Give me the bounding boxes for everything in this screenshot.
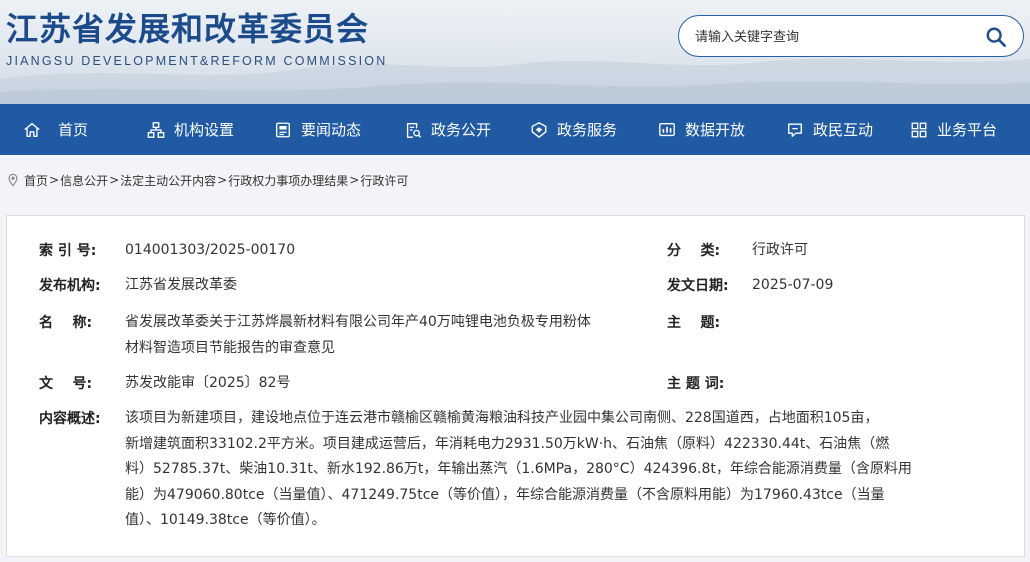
summary-line: 该项目为新建项目，建设地点位于连云港市赣榆区赣榆黄海粮油科技产业园中集公司南侧、… [125,410,879,426]
search-input[interactable] [695,26,975,48]
search-box [678,15,1024,57]
index-number-value: 014001303/2025-00170 [125,242,296,258]
site-title[interactable]: 江苏省发展和改革委员会 [6,4,369,50]
breadcrumb-item-results[interactable]: 行政权力事项办理结果 [228,172,348,189]
nav-item-open-data[interactable]: 数据开放 [638,104,766,155]
nav-item-organization[interactable]: 机构设置 [126,104,254,155]
summary-line: 新增建筑面积33102.2平方米。项目建成运营后，年消耗电力2931.50万kW… [125,435,890,452]
breadcrumb-item-admin-permit[interactable]: 行政许可 [360,172,408,189]
document-info-card: 索 引 号: 014001303/2025-00170 分 类: 行政许可 发布… [6,215,1025,557]
nav-item-services[interactable]: 政务服务 [510,104,638,155]
nav-item-label: 政务服务 [557,121,618,139]
nav-item-label: 政民互动 [813,121,874,139]
keywords-label: 主 题 词: [667,376,725,392]
date-value: 2025-07-09 [752,277,834,293]
nav-item-label: 机构设置 [174,121,235,139]
summary-label: 内容概述: [39,411,101,427]
data-chart-icon [659,122,675,136]
breadcrumb-item-home[interactable]: 首页 [24,172,48,189]
doc-number-label: 文 号: [39,376,93,392]
nav-item-label: 政务公开 [431,121,492,139]
category-value: 行政许可 [752,242,808,258]
publisher-label: 发布机构: [39,278,101,294]
grid-icon [911,122,927,137]
breadcrumb-separator: > [109,173,120,187]
org-chart-icon [147,121,165,138]
document-search-icon [406,122,422,138]
breadcrumb-separator: > [217,173,228,187]
nav-item-label: 首页 [58,121,89,139]
search-icon[interactable] [985,26,1007,48]
summary-line: 值）、10149.38tce（等价值）。 [125,512,326,528]
title-value-line1: 省发展改革委关于江苏烨晨新材料有限公司年产40万吨锂电池负极专用粉体 [125,314,591,330]
chat-icon [788,122,802,137]
nav-item-government-affairs[interactable]: 政务公开 [382,104,510,155]
nav-item-interaction[interactable]: 政民互动 [766,104,894,155]
nav-item-label: 业务平台 [937,121,998,139]
main-nav: 首页 机构设置 要闻动态 政务公开 政务服务 数据开放 政民互动 业务平台 [0,104,1030,155]
nav-item-label: 数据开放 [685,121,746,139]
news-icon [276,122,290,137]
service-icon [531,121,547,138]
index-number-label: 索 引 号: [39,243,97,259]
breadcrumb-separator: > [49,173,60,187]
summary-line: 料）52785.37t、柴油10.31t、新水192.86万t，年输出蒸汽（1.… [125,461,912,477]
nav-item-home[interactable]: 首页 [0,104,126,155]
breadcrumb-item-statutory-disclosure[interactable]: 法定主动公开内容 [120,172,216,189]
breadcrumb-separator: > [349,173,360,187]
date-label: 发文日期: [667,278,729,294]
title-value-line2: 材料智造项目节能报告的审查意见 [125,339,335,356]
category-label: 分 类: [667,243,721,259]
site-header: 江苏省发展和改革委员会 JIANGSU DEVELOPMENT&REFORM C… [0,0,1030,104]
breadcrumb: 首页 > 信息公开 > 法定主动公开内容 > 行政权力事项办理结果 > 行政许可 [6,170,408,190]
topic-label: 主 题: [667,315,721,331]
summary-text: 该项目为新建项目，建设地点位于连云港市赣榆区赣榆黄海粮油科技产业园中集公司南侧、… [125,406,945,534]
doc-number-value: 苏发改能审〔2025〕82号 [125,375,291,391]
nav-item-news[interactable]: 要闻动态 [254,104,382,155]
publisher-value: 江苏省发展改革委 [125,277,237,293]
breadcrumb-item-info-disclosure[interactable]: 信息公开 [60,172,108,189]
summary-line: 能）为479060.80tce（当量值）、471249.75tce（等价值），年… [125,486,885,503]
title-label: 名 称: [39,315,93,331]
nav-item-label: 要闻动态 [301,121,362,139]
location-pin-icon [8,173,18,187]
home-icon [24,122,40,137]
site-subtitle: JIANGSU DEVELOPMENT&REFORM COMMISSION [6,54,388,68]
nav-item-business-platform[interactable]: 业务平台 [894,104,1022,155]
